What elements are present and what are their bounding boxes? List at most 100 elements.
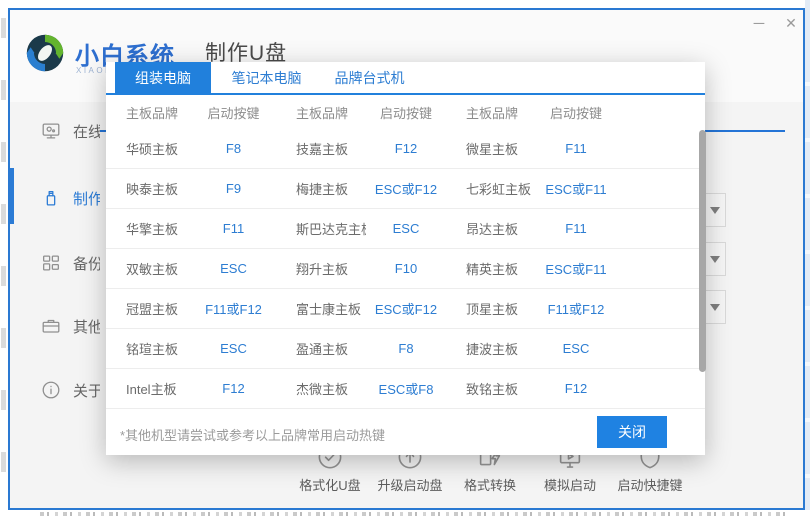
sidebar-item-backup[interactable]: 备份 (40, 247, 106, 279)
background-select[interactable] (705, 290, 726, 324)
table-header-row: 主板品牌 启动按键 主板品牌 启动按键 主板品牌 启动按键 (106, 95, 705, 129)
motherboard-brand: Intel主板 (126, 382, 177, 397)
sidebar-item-about[interactable]: 关于 (40, 374, 106, 406)
boot-key-value: F11 (565, 141, 587, 156)
motherboard-brand: 昂达主板 (466, 222, 519, 237)
motherboard-brand: 捷波主板 (466, 342, 519, 357)
table-row: 双敏主板 ESC 翔升主板 F10 精英主板 ESC或F11 (106, 249, 705, 289)
sidebar-item-online[interactable]: 在线 (40, 115, 106, 147)
boot-key-value: ESC (562, 341, 590, 356)
boot-key-value: F12 (394, 141, 418, 156)
app-name-romanized: XIAOBAI (76, 66, 110, 75)
modal-scrollbar-thumb[interactable] (699, 130, 706, 372)
motherboard-brand: 富士康主板 (296, 302, 362, 317)
toolbar-item-label: 模拟启动 (543, 478, 596, 493)
motherboard-brand: 盈通主板 (296, 342, 349, 357)
chevron-down-icon (710, 304, 720, 311)
background-window-bottom-edge (0, 510, 810, 518)
column-header: 启动按键 (549, 105, 602, 121)
column-header: 启动按键 (379, 105, 432, 121)
boot-key-value: F10 (394, 261, 418, 276)
tab-laptop[interactable]: 笔记本电脑 (224, 62, 309, 93)
motherboard-brand: 杰微主板 (296, 382, 349, 397)
boot-hotkey-dialog: 组装电脑 笔记本电脑 品牌台式机 主板品牌 启动按键 主板品牌 启动按键 主板品牌 启动按键 … (106, 62, 706, 455)
boot-key-value: ESC (220, 341, 247, 356)
sidebar-item-make-usb[interactable]: 制作 (40, 182, 106, 214)
motherboard-brand: 精英主板 (466, 262, 519, 277)
boot-key-value: F11 (565, 221, 587, 236)
usb-icon (40, 187, 62, 209)
screenshot-stage: 小白系统 XIAOBAI 制作U盘 ─ ✕ 在线 制作 备份 其他 关于 格式化… (0, 0, 810, 518)
boot-key-value: ESC (220, 261, 247, 276)
motherboard-brand: 双敏主板 (126, 262, 179, 277)
info-icon (40, 379, 62, 401)
column-header: 启动按键 (207, 105, 260, 121)
table-row: 华硕主板 F8 技嘉主板 F12 微星主板 F11 (106, 129, 705, 169)
motherboard-brand: 致铭主板 (466, 382, 519, 397)
boot-key-value: ESC或F12 (374, 302, 438, 317)
background-select[interactable] (705, 242, 726, 276)
motherboard-brand: 华硕主板 (126, 142, 179, 157)
boot-key-value: F8 (398, 341, 414, 356)
background-window-right-edge (805, 0, 810, 518)
boot-key-value: F12 (564, 381, 588, 396)
boot-key-value: F11或F12 (547, 302, 605, 317)
toolbar-item-label: 格式化U盘 (299, 478, 361, 493)
sidebar-item-label: 关于 (73, 382, 100, 400)
close-dialog-button[interactable]: 关闭 (597, 416, 667, 448)
boot-key-value: F12 (222, 381, 245, 396)
motherboard-brand: 冠盟主板 (126, 302, 179, 317)
minimize-button[interactable]: ─ (746, 10, 772, 36)
boot-key-value: ESC或F8 (378, 382, 434, 397)
motherboard-brand: 翔升主板 (296, 262, 349, 277)
briefcase-icon (40, 315, 62, 337)
motherboard-brand: 顶星主板 (466, 302, 519, 317)
motherboard-brand: 技嘉主板 (296, 142, 349, 157)
column-header: 主板品牌 (126, 105, 179, 121)
boot-key-value: ESC或F11 (545, 182, 607, 197)
sidebar-item-label: 备份 (73, 255, 100, 273)
boot-key-value: ESC或F11 (545, 262, 607, 277)
app-logo-icon (22, 30, 68, 76)
tab-assembled-pc[interactable]: 组装电脑 (115, 62, 211, 93)
table-row: 铭瑄主板 ESC 盈通主板 F8 捷波主板 ESC (106, 329, 705, 369)
sidebar-item-label: 其他 (73, 318, 100, 336)
grid-icon (40, 252, 62, 274)
motherboard-brand: 映泰主板 (126, 182, 179, 197)
column-header: 主板品牌 (296, 105, 349, 121)
toolbar-item-label: 格式转换 (463, 478, 516, 493)
boot-key-value: F11 (222, 221, 245, 236)
toolbar-item-label: 升级启动盘 (377, 478, 443, 493)
sidebar-active-indicator (10, 168, 14, 224)
monitor-icon (40, 120, 62, 142)
boot-key-value: F11或F12 (205, 302, 262, 317)
motherboard-brand: 微星主板 (466, 142, 519, 157)
dialog-tabs: 组装电脑 笔记本电脑 品牌台式机 (106, 62, 705, 95)
background-select[interactable] (705, 193, 726, 227)
motherboard-brand: 梅捷主板 (296, 182, 349, 197)
toolbar-item-label: 启动快捷键 (617, 478, 683, 493)
chevron-down-icon (710, 256, 720, 263)
column-header: 主板品牌 (466, 105, 519, 121)
boot-key-value: ESC (392, 221, 420, 236)
close-window-button[interactable]: ✕ (778, 10, 803, 36)
boot-key-value: ESC或F12 (374, 182, 438, 197)
motherboard-brand: 七彩虹主板 (466, 182, 532, 197)
dialog-footnote: *其他机型请尝试或参考以上品牌常用启动热键 (120, 428, 386, 443)
table-row: 冠盟主板 F11或F12 富士康主板 ESC或F12 顶星主板 F11或F12 (106, 289, 705, 329)
table-row: 华擎主板 F11 斯巴达克主板 ESC 昂达主板 F11 (106, 209, 705, 249)
motherboard-brand: 铭瑄主板 (126, 342, 179, 357)
table-row: Intel主板 F12 杰微主板 ESC或F8 致铭主板 F12 (106, 369, 705, 409)
motherboard-brand: 斯巴达克主板 (296, 222, 366, 237)
motherboard-brand: 华擎主板 (126, 222, 179, 237)
table-row: 映泰主板 F9 梅捷主板 ESC或F12 七彩虹主板 ESC或F11 (106, 169, 705, 209)
tab-brand-desktop[interactable]: 品牌台式机 (327, 62, 412, 93)
sidebar-item-other[interactable]: 其他 (40, 310, 106, 342)
hotkey-table: 华硕主板 F8 技嘉主板 F12 微星主板 F11 映泰主板 F9 梅捷主板 ESC或F12 七彩虹… (106, 129, 705, 409)
sidebar-item-label: 制作 (73, 190, 100, 208)
background-window-left-edge (0, 0, 8, 518)
sidebar-item-label: 在线 (73, 123, 100, 141)
chevron-down-icon (710, 207, 720, 214)
boot-key-value: F9 (225, 181, 242, 196)
boot-key-value: F8 (225, 141, 242, 156)
